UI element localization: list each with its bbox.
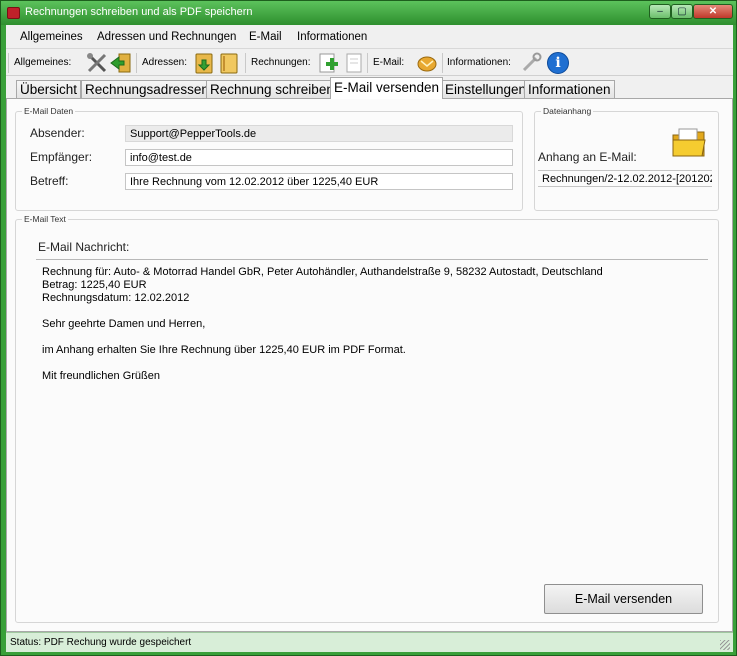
send-email-button[interactable]: E-Mail versenden bbox=[544, 584, 703, 614]
message-line bbox=[42, 357, 702, 370]
exit-icon[interactable] bbox=[109, 52, 133, 74]
email-text-group: E-Mail Text E-Mail Nachricht: Rechnung f… bbox=[15, 214, 719, 623]
client-area: Allgemeines Adressen und Rechnungen E-Ma… bbox=[6, 25, 733, 632]
menu-informationen[interactable]: Informationen bbox=[297, 31, 367, 43]
recipient-field[interactable]: info@test.de bbox=[125, 149, 513, 166]
email-text-group-title: E-Mail Text bbox=[22, 214, 68, 224]
tab-email-versenden[interactable]: E-Mail versenden bbox=[330, 77, 444, 99]
toolbar-label-email: E-Mail: bbox=[373, 57, 405, 68]
address-book-icon[interactable] bbox=[217, 52, 241, 74]
minimize-button[interactable]: – bbox=[649, 4, 671, 19]
menu-allgemeines[interactable]: Allgemeines bbox=[20, 31, 83, 43]
tab-panel: E-Mail Daten Absender: Support@PepperToo… bbox=[6, 98, 733, 632]
message-line: Rechnungsdatum: 12.02.2012 bbox=[42, 292, 190, 304]
toolbar: Allgemeines: Adressen: Rechnungen: E-Mai… bbox=[6, 48, 733, 76]
message-line: Sehr geehrte Damen und Herren, bbox=[42, 318, 206, 330]
email-message-label: E-Mail Nachricht: bbox=[38, 240, 130, 254]
title-bar[interactable]: Rechnungen schreiben und als PDF speiche… bbox=[1, 1, 736, 25]
subject-label: Betreff: bbox=[30, 174, 69, 188]
close-button[interactable]: ✕ bbox=[693, 4, 733, 19]
toolbar-label-addresses: Adressen: bbox=[142, 57, 188, 68]
toolbar-separator bbox=[367, 53, 368, 73]
status-text: Status: PDF Rechung wurde gespeichert bbox=[10, 637, 192, 648]
toolbar-separator bbox=[245, 53, 246, 73]
tab-uebersicht[interactable]: Übersicht bbox=[16, 80, 82, 99]
wrench-icon[interactable] bbox=[519, 52, 543, 74]
menu-email[interactable]: E-Mail bbox=[249, 31, 282, 43]
email-message-textarea[interactable]: Rechnung für: Auto- & Motorrad Handel Gb… bbox=[36, 259, 708, 571]
menu-bar: Allgemeines Adressen und Rechnungen E-Ma… bbox=[6, 27, 733, 47]
status-bar: Status: PDF Rechung wurde gespeichert bbox=[6, 632, 733, 652]
attachment-group: Dateianhang Anhang an E-Mail: Rechnungen… bbox=[534, 106, 719, 211]
tab-einstellungen[interactable]: Einstellungen bbox=[441, 80, 531, 99]
window-title: Rechnungen schreiben und als PDF speiche… bbox=[25, 6, 253, 18]
toolbar-label-information: Informationen: bbox=[447, 57, 511, 68]
message-line: Betrag: 1225,40 EUR bbox=[42, 279, 147, 291]
tab-bar: Übersicht Rechnungsadressen Rechnung sch… bbox=[6, 77, 733, 99]
info-icon[interactable]: i bbox=[547, 52, 569, 74]
toolbar-separator bbox=[136, 53, 137, 73]
email-data-group: E-Mail Daten Absender: Support@PepperToo… bbox=[15, 106, 523, 211]
email-data-group-title: E-Mail Daten bbox=[22, 106, 76, 116]
attachment-group-title: Dateianhang bbox=[541, 106, 594, 116]
invoice-document-icon[interactable] bbox=[342, 52, 366, 74]
email-send-icon[interactable] bbox=[415, 52, 439, 74]
message-line: im Anhang erhalten Sie Ihre Rechnung übe… bbox=[42, 344, 406, 356]
resize-grip[interactable] bbox=[720, 640, 730, 650]
tools-icon[interactable] bbox=[85, 52, 109, 74]
maximize-button[interactable]: ▢ bbox=[671, 4, 693, 19]
toolbar-label-invoices: Rechnungen: bbox=[251, 57, 311, 68]
message-line: Mit freundlichen Grüßen bbox=[42, 370, 160, 382]
toolbar-label-general: Allgemeines: bbox=[14, 57, 72, 68]
new-address-book-icon[interactable] bbox=[193, 52, 217, 74]
recipient-label: Empfänger: bbox=[30, 150, 93, 164]
app-window: Rechnungen schreiben und als PDF speiche… bbox=[0, 0, 737, 656]
sender-field[interactable]: Support@PepperTools.de bbox=[125, 125, 513, 142]
toolbar-separator bbox=[8, 53, 9, 73]
message-line bbox=[42, 305, 702, 318]
tab-rechnung-schreiben[interactable]: Rechnung schreiben bbox=[206, 80, 338, 99]
message-line bbox=[42, 331, 702, 344]
sender-label: Absender: bbox=[30, 126, 85, 140]
folder-icon[interactable] bbox=[671, 127, 707, 159]
app-icon bbox=[7, 7, 20, 19]
menu-adressen-und-rechnungen[interactable]: Adressen und Rechnungen bbox=[97, 31, 236, 43]
message-line: Rechnung für: Auto- & Motorrad Handel Gb… bbox=[42, 266, 603, 278]
tab-rechnungsadressen[interactable]: Rechnungsadressen bbox=[81, 80, 213, 99]
toolbar-separator bbox=[442, 53, 443, 73]
attachment-path-field[interactable]: Rechnungen/2-12.02.2012-[201202 bbox=[538, 170, 712, 187]
attachment-label: Anhang an E-Mail: bbox=[538, 150, 637, 164]
tab-informationen[interactable]: Informationen bbox=[524, 80, 615, 99]
new-invoice-icon[interactable] bbox=[316, 52, 340, 74]
subject-field[interactable]: Ihre Rechnung vom 12.02.2012 über 1225,4… bbox=[125, 173, 513, 190]
